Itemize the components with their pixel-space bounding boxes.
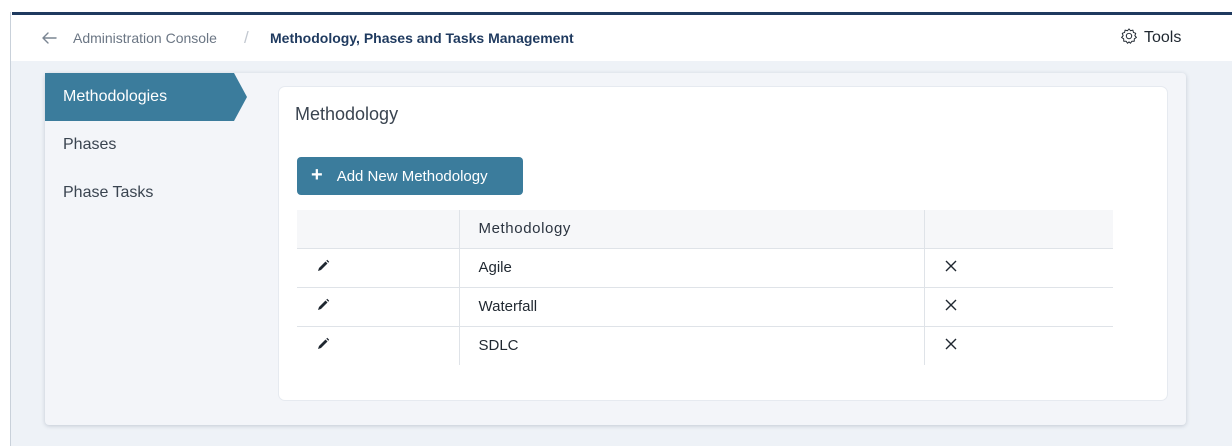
add-button-label: Add New Methodology [336,167,488,185]
delete-cell [924,248,1113,288]
sidebar-item-phases[interactable]: Phases [45,121,245,169]
edit-cell [297,287,459,327]
sidebar-item-methodologies[interactable]: Methodologies [45,73,247,121]
breadcrumb-parent[interactable]: Administration Console [73,30,217,46]
methodology-name: Waterfall [458,287,925,327]
methodology-table: Methodology Agile Waterfall SDLC [297,210,1113,365]
tools-button[interactable]: Tools [1120,26,1181,50]
breadcrumb-separator: / [244,28,249,47]
methodology-name: SDLC [458,326,925,365]
plus-icon: + [311,164,323,186]
tools-label: Tools [1144,29,1182,46]
pencil-icon[interactable] [316,259,330,277]
edit-cell [297,326,459,365]
edit-cell [297,248,459,288]
breadcrumb-current: Methodology, Phases and Tasks Management [270,30,574,46]
table-row: Agile [297,248,1113,288]
pencil-icon[interactable] [316,298,330,316]
table-row: SDLC [297,326,1113,365]
table-row: Waterfall [297,287,1113,327]
close-icon[interactable] [944,259,958,277]
sidebar-item-phase-tasks[interactable]: Phase Tasks [45,169,245,217]
methodology-card: Methodology + Add New Methodology Method… [279,87,1167,400]
delete-cell [924,287,1113,327]
pencil-icon[interactable] [316,337,330,355]
gear-icon [1120,27,1138,50]
close-icon[interactable] [944,298,958,316]
close-icon[interactable] [944,337,958,355]
delete-cell [924,326,1113,365]
arrow-left-icon[interactable] [39,28,59,48]
methodology-name: Agile [458,248,925,288]
table-header-row: Methodology [297,210,1113,249]
column-header-edit [297,210,459,249]
column-header-delete [924,210,1113,249]
top-header: Administration Console / Methodology, Ph… [11,15,1232,61]
column-header-methodology: Methodology [458,210,925,249]
card-title: Methodology [295,104,399,124]
add-methodology-button[interactable]: + Add New Methodology [297,157,523,195]
